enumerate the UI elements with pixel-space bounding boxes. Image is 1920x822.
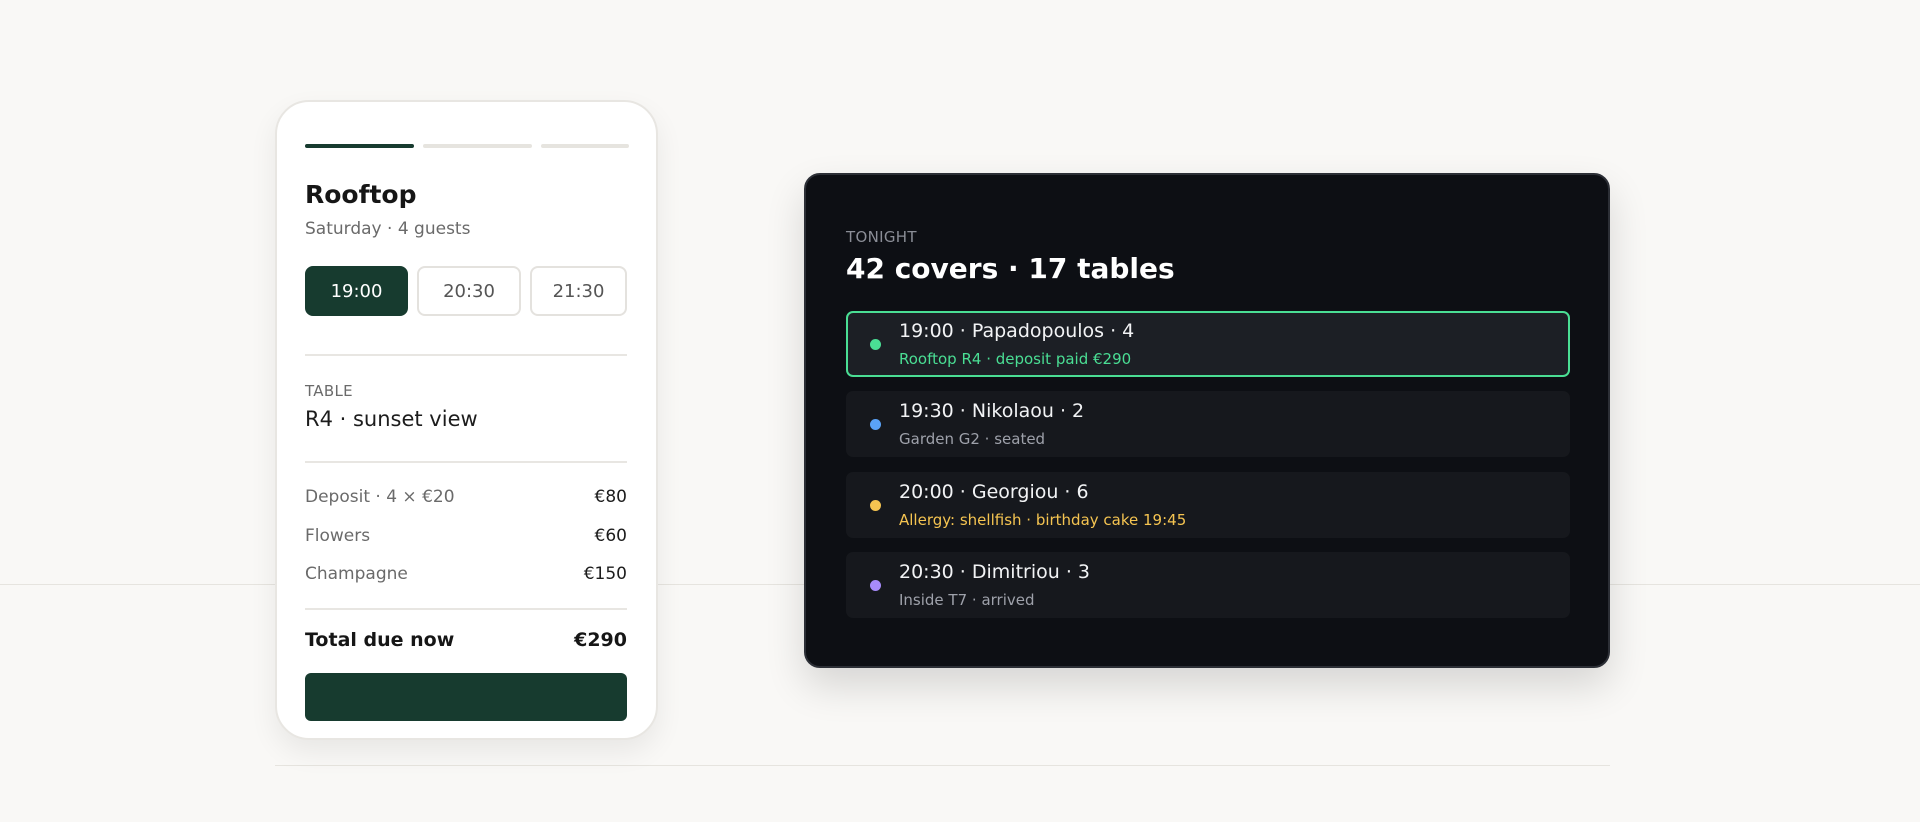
line-item-label: Deposit · 4 × €20 (305, 487, 455, 507)
table-value: R4 · sunset view (305, 407, 478, 431)
total-amount: €290 (574, 629, 627, 651)
line-item-amount: €80 (594, 487, 627, 507)
divider (305, 354, 627, 356)
progress-step-1 (305, 144, 414, 148)
booking-row[interactable]: 20:00 · Georgiou · 6 Allergy: shellfish … (846, 472, 1570, 538)
status-dot-icon (870, 580, 881, 591)
total-label: Total due now (305, 629, 455, 651)
booking-detail: Inside T7 · arrived (899, 591, 1035, 609)
panel-headline: 42 covers · 17 tables (846, 252, 1175, 285)
booking-title: 20:30 · Dimitriou · 3 (899, 561, 1090, 583)
confirm-button[interactable] (305, 673, 627, 721)
divider (305, 608, 627, 610)
time-slot-button[interactable]: 20:30 (417, 266, 521, 316)
booking-row[interactable]: 19:30 · Nikolaou · 2 Garden G2 · seated (846, 391, 1570, 457)
line-item-label: Flowers (305, 526, 371, 546)
divider (305, 461, 627, 463)
time-slot-button[interactable]: 21:30 (530, 266, 627, 316)
line-item-label: Champagne (305, 564, 408, 584)
table-label: TABLE (305, 382, 353, 400)
background-rule-bottom (275, 765, 1610, 766)
booking-detail: Allergy: shellfish · birthday cake 19:45 (899, 511, 1187, 529)
progress-step-3 (541, 144, 629, 148)
booking-row[interactable]: 20:30 · Dimitriou · 3 Inside T7 · arrive… (846, 552, 1570, 618)
time-slot-button[interactable]: 19:00 (305, 266, 408, 316)
line-item: Deposit · 4 × €20 €80 (305, 487, 627, 507)
venue-title: Rooftop (305, 180, 417, 209)
progress-step-2 (423, 144, 532, 148)
booking-card: Rooftop Saturday · 4 guests 19:00 20:30 … (275, 100, 658, 740)
booking-detail: Garden G2 · seated (899, 430, 1046, 448)
booking-row[interactable]: 19:00 · Papadopoulos · 4 Rooftop R4 · de… (846, 311, 1570, 377)
line-item: Champagne €150 (305, 564, 627, 584)
line-item-amount: €150 (583, 564, 627, 584)
line-item: Flowers €60 (305, 526, 627, 546)
line-item-amount: €60 (594, 526, 627, 546)
status-dot-icon (870, 339, 881, 350)
booking-subtitle: Saturday · 4 guests (305, 219, 471, 239)
booking-title: 20:00 · Georgiou · 6 (899, 481, 1089, 503)
status-dot-icon (870, 500, 881, 511)
total-row: Total due now €290 (305, 629, 627, 651)
panel-eyebrow: TONIGHT (846, 228, 917, 246)
reservations-panel: TONIGHT 42 covers · 17 tables 19:00 · Pa… (804, 173, 1610, 668)
booking-detail: Rooftop R4 · deposit paid €290 (899, 350, 1132, 368)
booking-title: 19:00 · Papadopoulos · 4 (899, 320, 1135, 342)
booking-title: 19:30 · Nikolaou · 2 (899, 400, 1085, 422)
status-dot-icon (870, 419, 881, 430)
